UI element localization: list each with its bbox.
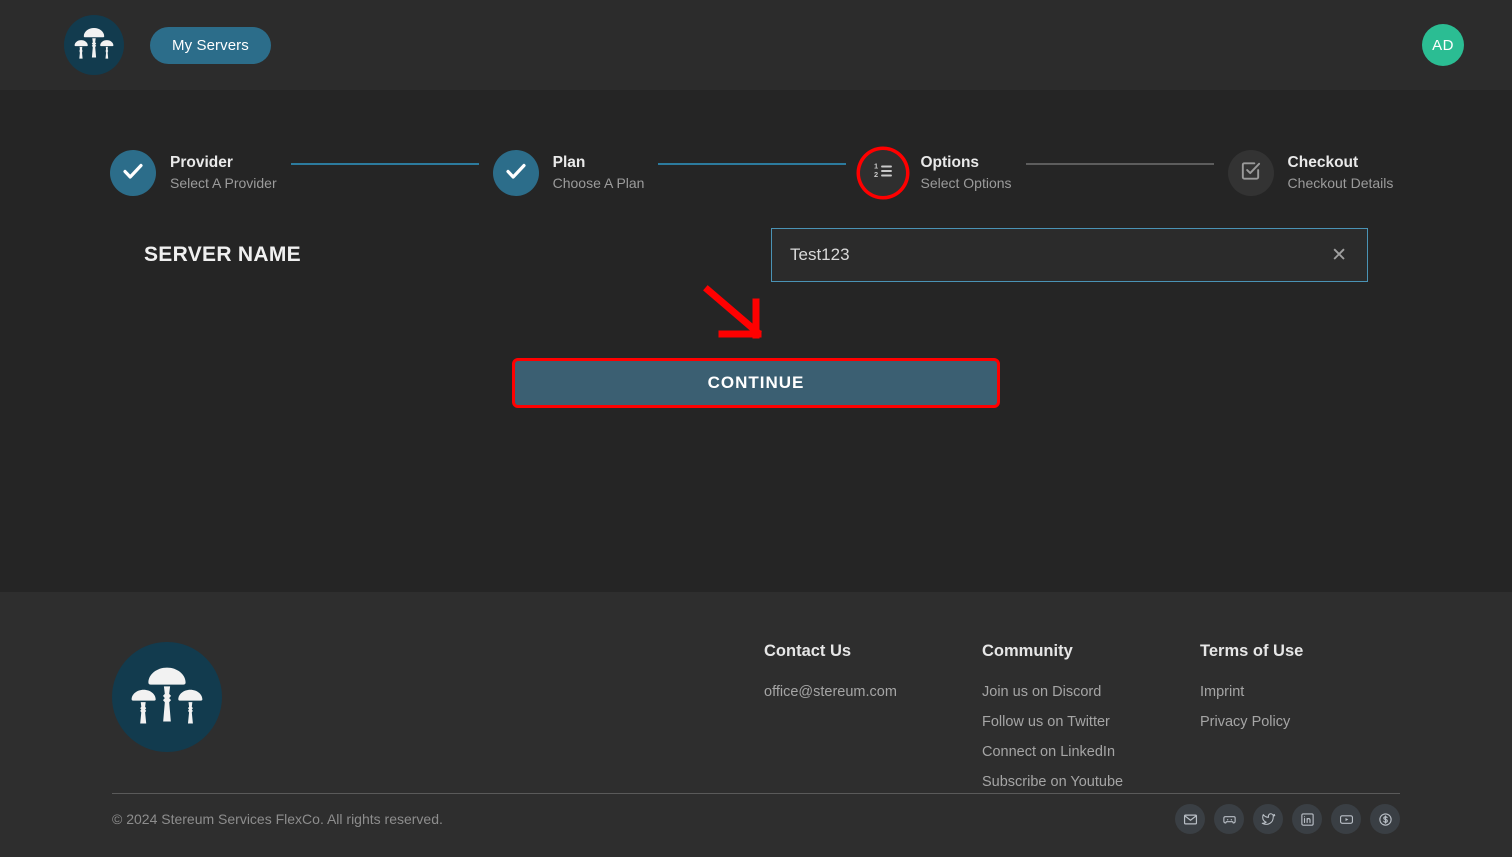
- footer-column-title: Community: [982, 642, 1073, 660]
- email-icon[interactable]: [1175, 804, 1205, 834]
- step-checkout-circle[interactable]: [1227, 150, 1274, 196]
- step-provider-subtitle: Select A Provider: [170, 175, 277, 192]
- check-icon: [504, 159, 528, 188]
- step-provider-title: Provider: [170, 154, 233, 172]
- main-content: Provider Select A Provider Plan Choose A…: [0, 90, 1512, 592]
- step-provider[interactable]: Provider Select A Provider: [110, 150, 277, 196]
- svg-text:1: 1: [874, 161, 878, 170]
- check-icon: [121, 159, 145, 188]
- discord-icon[interactable]: [1214, 804, 1244, 834]
- step-plan-text: Plan Choose A Plan: [553, 153, 645, 193]
- footer-top: Contact Us office@stereum.com Community …: [112, 592, 1400, 804]
- footer-column-title: Terms of Use: [1200, 642, 1304, 660]
- footer-column-terms: Terms of Use Imprint Privacy Policy: [1200, 642, 1400, 804]
- footer-link-privacy-policy[interactable]: Privacy Policy: [1200, 714, 1400, 730]
- checkbox-icon: [1239, 159, 1262, 187]
- step-options-circle[interactable]: 1 2: [860, 150, 907, 196]
- footer-bottom: © 2024 Stereum Services FlexCo. All righ…: [112, 804, 1400, 834]
- step-connector-2: [658, 163, 847, 165]
- step-provider-text: Provider Select A Provider: [170, 153, 277, 193]
- footer-link-linkedin[interactable]: Connect on LinkedIn: [982, 744, 1200, 760]
- step-connector-3: [1025, 163, 1214, 165]
- mushroom-logo-icon: [74, 26, 114, 65]
- footer-link-email[interactable]: office@stereum.com: [764, 684, 982, 700]
- app-header: My Servers AD: [0, 0, 1512, 90]
- server-name-input-wrapper[interactable]: ✕: [771, 228, 1368, 282]
- footer-column-contact: Contact Us office@stereum.com: [764, 642, 982, 804]
- step-plan-title: Plan: [552, 154, 586, 172]
- footer-link-discord[interactable]: Join us on Discord: [982, 684, 1200, 700]
- mushroom-logo-icon: [130, 664, 204, 731]
- step-checkout-subtitle: Checkout Details: [1287, 175, 1394, 192]
- step-plan[interactable]: Plan Choose A Plan: [492, 150, 645, 196]
- footer-logo: [112, 642, 222, 752]
- numbered-list-icon: 1 2: [871, 159, 895, 188]
- step-provider-circle[interactable]: [110, 150, 156, 196]
- step-options[interactable]: 1 2 Options Select Options: [860, 150, 1012, 196]
- youtube-icon[interactable]: [1331, 804, 1361, 834]
- progress-stepper: Provider Select A Provider Plan Choose A…: [0, 90, 1512, 196]
- footer-columns: Contact Us office@stereum.com Community …: [764, 642, 1400, 804]
- step-connector-1: [290, 163, 479, 165]
- step-checkout-text: Checkout Checkout Details: [1288, 153, 1394, 193]
- brand-logo[interactable]: [64, 15, 124, 75]
- step-options-title: Options: [920, 154, 980, 172]
- copyright-text: © 2024 Stereum Services FlexCo. All righ…: [112, 811, 443, 827]
- footer-link-twitter[interactable]: Follow us on Twitter: [982, 714, 1200, 730]
- server-name-input[interactable]: [790, 245, 1326, 265]
- footer-link-youtube[interactable]: Subscribe on Youtube: [982, 774, 1200, 790]
- red-arrow-annotation: [700, 285, 780, 350]
- footer-column-title: Contact Us: [764, 642, 852, 660]
- continue-button[interactable]: CONTINUE: [512, 358, 1000, 408]
- step-checkout[interactable]: Checkout Checkout Details: [1227, 150, 1394, 196]
- twitter-icon[interactable]: [1253, 804, 1283, 834]
- step-checkout-title: Checkout: [1287, 154, 1359, 172]
- social-links: [1175, 804, 1400, 834]
- step-options-text: Options Select Options: [920, 153, 1011, 193]
- footer-link-imprint[interactable]: Imprint: [1200, 684, 1400, 700]
- donate-icon[interactable]: [1370, 804, 1400, 834]
- server-name-label: SERVER NAME: [144, 243, 301, 266]
- step-plan-subtitle: Choose A Plan: [552, 175, 645, 192]
- server-name-row: SERVER NAME ✕: [0, 228, 1512, 282]
- my-servers-button[interactable]: My Servers: [150, 26, 271, 64]
- linkedin-icon[interactable]: [1292, 804, 1322, 834]
- continue-row: CONTINUE: [0, 358, 1512, 408]
- step-options-subtitle: Select Options: [920, 175, 1012, 192]
- footer-divider: [112, 793, 1400, 794]
- avatar[interactable]: AD: [1422, 24, 1464, 66]
- close-icon[interactable]: ✕: [1325, 242, 1353, 269]
- step-plan-circle[interactable]: [492, 150, 539, 196]
- site-footer: Contact Us office@stereum.com Community …: [0, 592, 1512, 857]
- svg-text:2: 2: [874, 170, 878, 179]
- footer-column-community: Community Join us on Discord Follow us o…: [982, 642, 1200, 804]
